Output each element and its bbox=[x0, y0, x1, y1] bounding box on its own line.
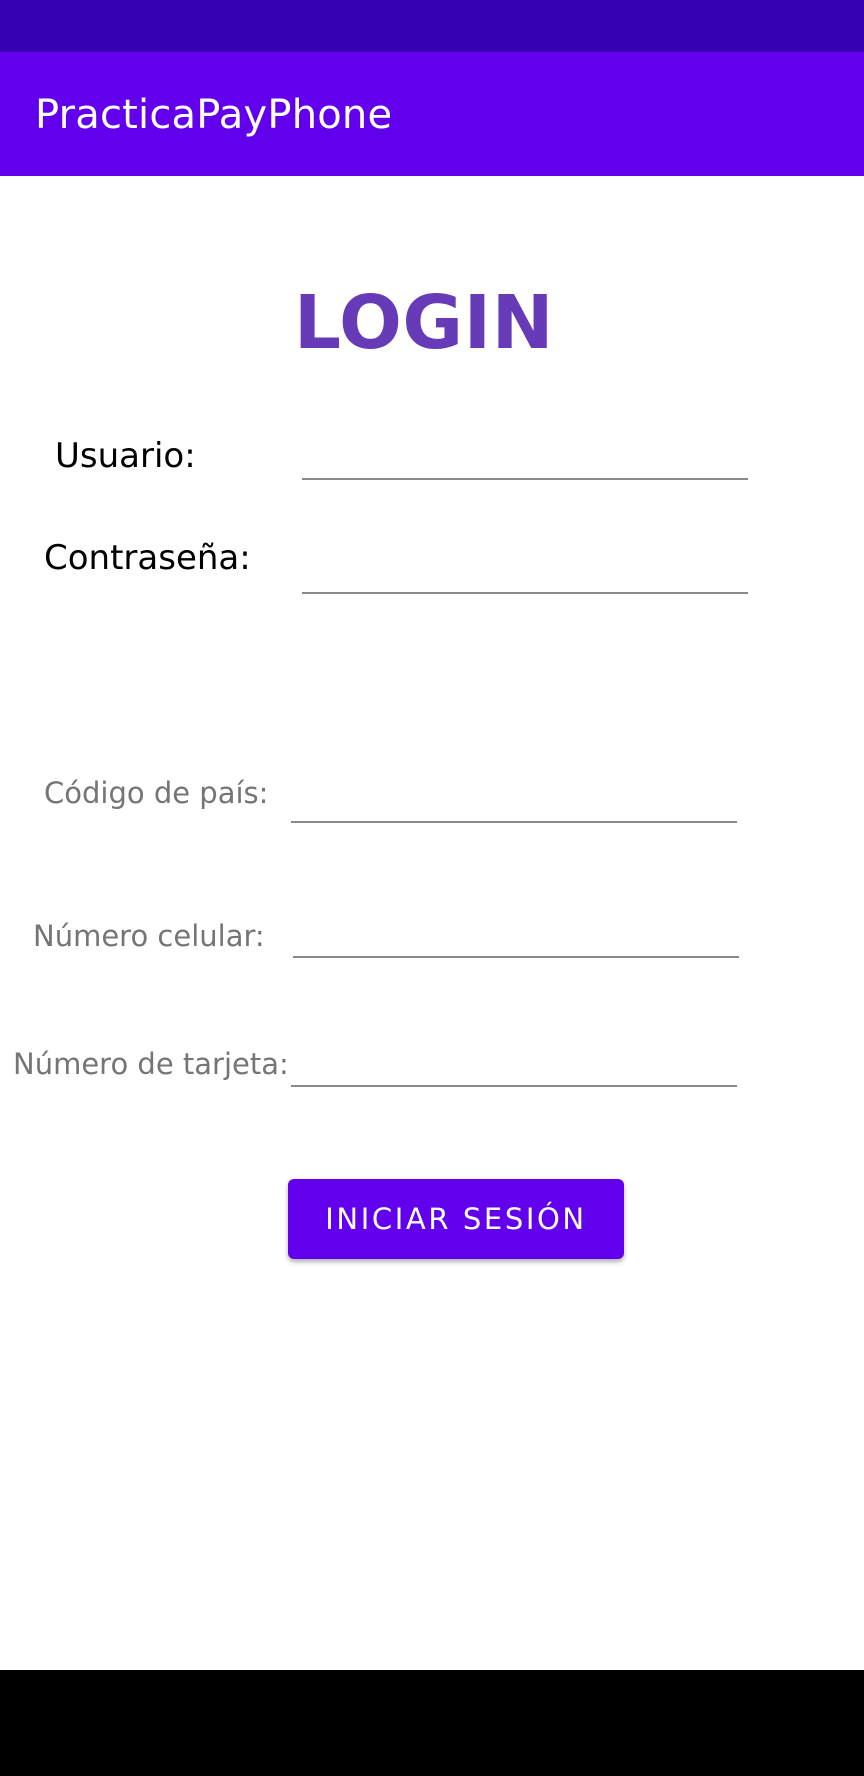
username-input[interactable] bbox=[302, 424, 748, 478]
username-field-container bbox=[302, 424, 748, 480]
phone-number-field-container bbox=[293, 902, 739, 958]
login-title: LOGIN bbox=[293, 280, 555, 366]
phone-number-input[interactable] bbox=[293, 902, 739, 956]
app-bar: PracticaPayPhone bbox=[0, 52, 864, 176]
login-screen: LOGIN Usuario: Contraseña: Código de paí… bbox=[0, 176, 864, 1670]
navigation-bar bbox=[0, 1670, 864, 1776]
country-code-field-container bbox=[291, 767, 737, 823]
password-field-container bbox=[302, 538, 748, 594]
app-title: PracticaPayPhone bbox=[35, 92, 393, 138]
country-code-label: Código de país: bbox=[44, 776, 269, 810]
card-number-input[interactable] bbox=[291, 1031, 737, 1085]
login-button[interactable]: INICIAR SESIÓN bbox=[288, 1179, 624, 1259]
card-number-label: Número de tarjeta: bbox=[13, 1047, 289, 1081]
card-number-field-container bbox=[291, 1031, 737, 1087]
password-input[interactable] bbox=[302, 538, 748, 592]
username-label: Usuario: bbox=[55, 436, 196, 476]
phone-number-label: Número celular: bbox=[33, 919, 265, 953]
password-label: Contraseña: bbox=[44, 538, 251, 578]
status-bar bbox=[0, 0, 864, 52]
country-code-input[interactable] bbox=[291, 767, 737, 821]
